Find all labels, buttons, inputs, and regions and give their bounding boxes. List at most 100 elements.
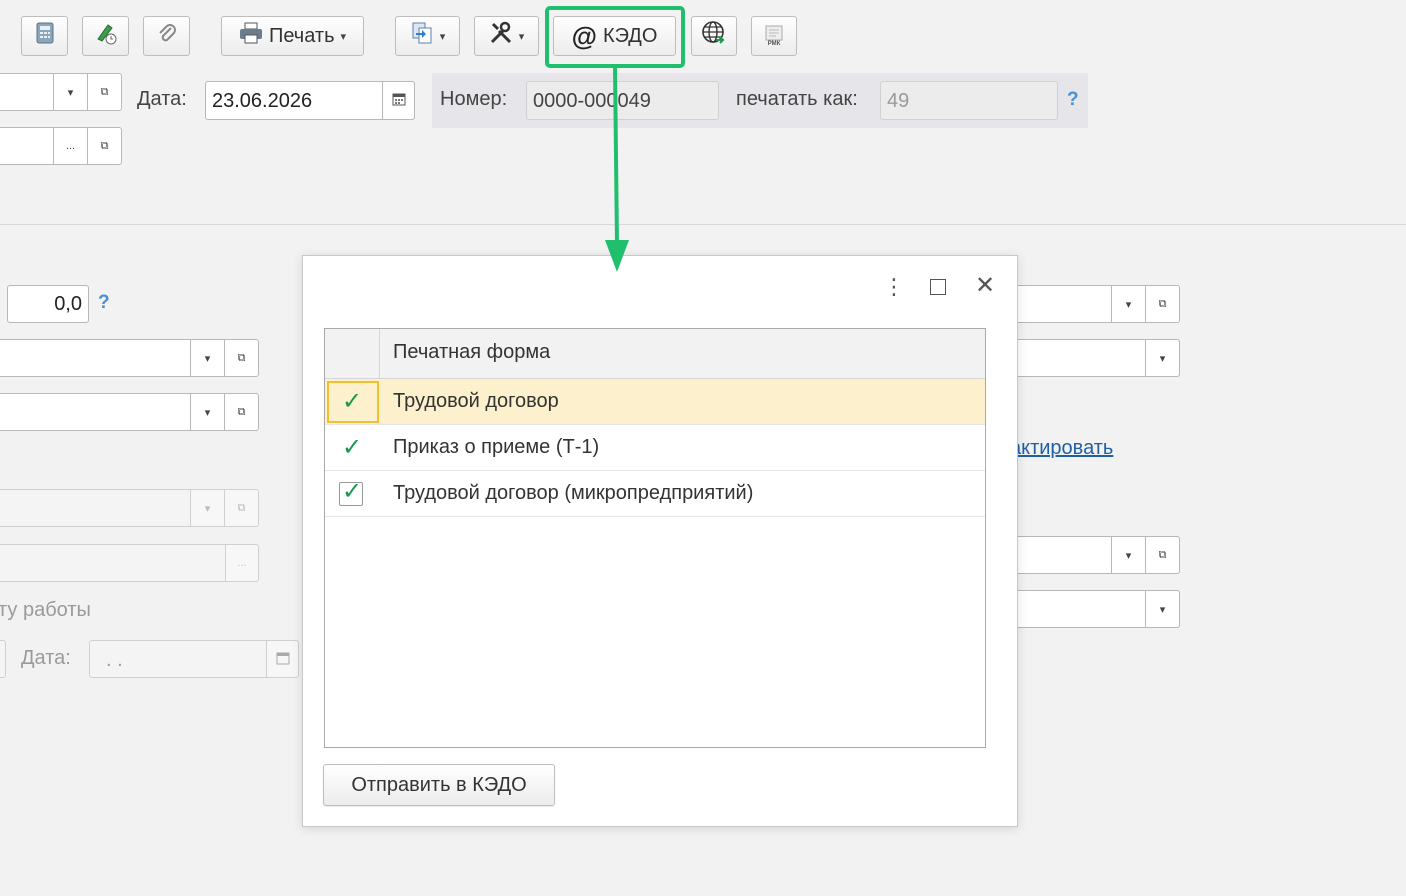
kedo-button[interactable]: @ КЭДО	[553, 16, 676, 56]
check-icon: ✓	[342, 388, 363, 415]
print-as-field[interactable]: 49	[880, 81, 1058, 120]
calendar-icon	[392, 92, 406, 109]
help-icon[interactable]: ?	[98, 292, 110, 314]
row-label: Трудовой договор	[393, 390, 559, 412]
chevron-down-icon: ▾	[1125, 298, 1132, 311]
row-label: Приказ о приеме (Т-1)	[393, 436, 600, 458]
web-service-button[interactable]	[691, 16, 737, 56]
number-value: 0000-000049	[533, 90, 651, 112]
organization-open-button[interactable]: ⧉	[87, 73, 122, 111]
print-as-label: печатать как:	[736, 88, 858, 110]
attach-button[interactable]	[143, 16, 190, 56]
close-icon[interactable]: ✕	[975, 274, 995, 298]
disabled-choice-button[interactable]: ...	[225, 544, 259, 582]
chevron-down-icon: ▾	[1159, 352, 1166, 365]
work-label: ту работы	[0, 599, 91, 621]
documents-arrow-icon	[410, 21, 434, 51]
right-field-3-dropdown[interactable]: ▾	[1111, 536, 1146, 574]
column-divider	[379, 329, 380, 378]
tools-icon	[489, 21, 513, 51]
disabled-dropdown-button[interactable]: ▾	[190, 489, 225, 527]
print-as-value: 49	[887, 90, 910, 112]
print-button[interactable]: Печать ▾	[221, 16, 364, 56]
create-based-on-button[interactable]: ▾	[395, 16, 460, 56]
at-sign-icon: @	[571, 20, 597, 51]
right-field-1-open[interactable]: ⧉	[1145, 285, 1180, 323]
arrow-icon	[605, 65, 629, 272]
chevron-down-icon: ▾	[204, 406, 211, 419]
amount-value: 0,0	[54, 293, 82, 315]
maximize-icon[interactable]	[930, 279, 946, 295]
date-value: 23.06.2026	[212, 90, 313, 112]
number-label: Номер:	[440, 88, 508, 110]
calculator-icon	[36, 22, 54, 50]
table-header: Печатная форма	[325, 329, 985, 379]
send-to-kedo-button[interactable]: Отправить в КЭДО	[323, 764, 555, 806]
rmk-button[interactable]: РМК	[751, 16, 797, 56]
kedo-dialog: ⋮ ✕ Печатная форма ✓ Трудовой договор ✓ …	[302, 255, 1018, 827]
date2-picker-button[interactable]	[266, 640, 299, 678]
date-label: Дата:	[137, 88, 187, 110]
table-row[interactable]: ✓ Трудовой договор (микропредприятий)	[325, 471, 985, 517]
chevron-down-icon: ▾	[204, 352, 211, 365]
table-row[interactable]: ✓ Трудовой договор	[325, 379, 985, 425]
ellipsis-label: ...	[237, 557, 247, 569]
chevron-down-icon: ▾	[518, 30, 525, 43]
print-label: Печать	[268, 24, 335, 47]
help-icon[interactable]: ?	[1067, 89, 1079, 111]
tools-button[interactable]: ▾	[474, 16, 539, 56]
calculator-button[interactable]	[21, 16, 68, 56]
send-to-kedo-label: Отправить в КЭДО	[351, 773, 527, 796]
right-field-3-open[interactable]: ⧉	[1145, 536, 1180, 574]
disabled-small-field[interactable]	[0, 640, 6, 678]
date2-label: Дата:	[21, 647, 71, 669]
paperclip-icon	[156, 22, 178, 50]
department-open-button[interactable]: ⧉	[87, 127, 122, 165]
calendar-icon	[276, 651, 290, 668]
edit-link[interactable]: актировать	[1010, 437, 1113, 460]
schedule-dropdown-button[interactable]: ▾	[190, 393, 225, 431]
chevron-down-icon: ▾	[340, 30, 347, 43]
open-window-icon: ⧉	[237, 405, 246, 418]
open-window-icon: ⧉	[237, 351, 246, 364]
open-window-icon: ⧉	[1158, 548, 1167, 561]
rmk-document-icon: РМК	[764, 25, 784, 47]
table-row[interactable]: ✓ Приказ о приеме (Т-1)	[325, 425, 985, 471]
department-select-button[interactable]: ...	[53, 127, 88, 165]
more-vertical-icon[interactable]: ⋮	[883, 276, 905, 298]
print-forms-table: Печатная форма ✓ Трудовой договор ✓ Прик…	[324, 328, 986, 748]
open-window-icon: ⧉	[100, 85, 109, 98]
chevron-down-icon: ▾	[439, 30, 446, 43]
chevron-down-icon: ▾	[204, 502, 211, 515]
position-dropdown-button[interactable]: ▾	[190, 339, 225, 377]
rmk-label: РМК	[767, 41, 781, 47]
column-header-print-form: Печатная форма	[393, 341, 551, 363]
organization-dropdown-button[interactable]: ▾	[53, 73, 88, 111]
printer-icon	[239, 22, 263, 50]
right-field-1-dropdown[interactable]: ▾	[1111, 285, 1146, 323]
amount-field[interactable]: 0,0	[7, 285, 89, 323]
chevron-down-icon: ▾	[1125, 549, 1132, 562]
edit-history-button[interactable]	[82, 16, 129, 56]
date-picker-button[interactable]	[382, 81, 415, 120]
date2-value: . .	[106, 649, 123, 671]
position-open-button[interactable]: ⧉	[224, 339, 259, 377]
disabled-choice-field[interactable]	[0, 544, 259, 582]
schedule-open-button[interactable]: ⧉	[224, 393, 259, 431]
globe-arrow-icon	[701, 20, 727, 52]
open-window-icon: ⧉	[100, 139, 109, 152]
right-field-2-dropdown[interactable]: ▾	[1145, 339, 1180, 377]
right-field-4-dropdown[interactable]: ▾	[1145, 590, 1180, 628]
chevron-down-icon: ▾	[67, 86, 74, 99]
section-divider	[0, 224, 1406, 225]
ellipsis-label: ...	[65, 140, 76, 152]
open-window-icon: ⧉	[237, 501, 246, 514]
check-icon: ✓	[342, 478, 363, 505]
disabled-open-button[interactable]: ⧉	[224, 489, 259, 527]
open-window-icon: ⧉	[1158, 297, 1167, 310]
pen-clock-icon	[94, 21, 118, 51]
chevron-down-icon: ▾	[1159, 603, 1166, 616]
check-icon[interactable]: ✓	[342, 433, 362, 462]
kedo-label: КЭДО	[602, 24, 658, 47]
row-label: Трудовой договор (микропредприятий)	[393, 482, 754, 504]
